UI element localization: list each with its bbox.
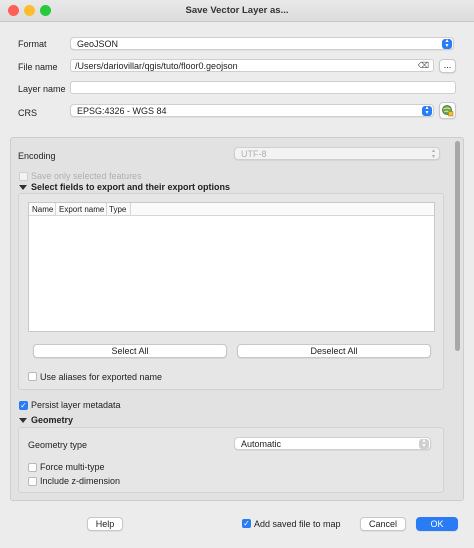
use-aliases-checkbox[interactable] <box>28 372 37 381</box>
include-z-checkbox[interactable] <box>28 477 37 486</box>
table-header-row: Name Export name Type <box>29 203 434 216</box>
force-multi-label: Force multi-type <box>40 462 105 472</box>
filename-label: File name <box>18 62 58 72</box>
options-scrollbar[interactable] <box>454 139 462 499</box>
geometry-type-label: Geometry type <box>28 440 88 450</box>
clear-field-icon[interactable]: ⌫ <box>418 61 429 71</box>
browse-button[interactable]: ... <box>439 59 456 73</box>
format-value: GeoJSON <box>77 39 119 49</box>
geometry-type-value: Automatic <box>241 439 282 449</box>
crs-select[interactable]: EPSG:4326 - WGS 84 ▴ ▾ <box>70 104 434 117</box>
save-selected-label: Save only selected features <box>31 171 142 181</box>
layername-input[interactable] <box>70 81 456 94</box>
geometry-type-stepper-icon: ▴ ▾ <box>419 438 429 449</box>
fields-group-title[interactable]: Select fields to export and their export… <box>31 182 230 192</box>
geometry-type-select[interactable]: Automatic ▴ ▾ <box>234 437 431 450</box>
include-z-label: Include z-dimension <box>40 476 121 486</box>
crs-selector-button[interactable] <box>439 102 456 119</box>
layername-label: Layer name <box>18 84 66 94</box>
globe-icon <box>442 105 454 117</box>
ok-button[interactable]: OK <box>416 517 458 531</box>
scrollbar-thumb[interactable] <box>455 141 460 351</box>
persist-metadata-label: Persist layer metadata <box>31 400 121 410</box>
crs-label: CRS <box>18 108 38 118</box>
table-header-export-name[interactable]: Export name <box>59 205 104 214</box>
add-to-map-label: Add saved file to map <box>254 519 341 529</box>
fields-group-collapse-icon[interactable] <box>19 185 27 190</box>
filename-input[interactable]: /Users/dariovillar/qgis/tuto/floor0.geoj… <box>70 59 434 72</box>
fields-table[interactable]: Name Export name Type <box>28 202 435 332</box>
crs-value: EPSG:4326 - WGS 84 <box>77 106 167 116</box>
encoding-select: UTF-8 ▴ ▾ <box>234 147 440 160</box>
geometry-group-collapse-icon[interactable] <box>19 418 27 423</box>
table-header-type[interactable]: Type <box>109 205 126 214</box>
help-button[interactable]: Help <box>87 517 123 531</box>
add-to-map-checkbox[interactable]: ✓ <box>242 519 251 528</box>
crs-stepper-icon: ▴ ▾ <box>422 105 432 116</box>
use-aliases-label: Use aliases for exported name <box>40 372 163 382</box>
force-multi-checkbox[interactable] <box>28 463 37 472</box>
cancel-button[interactable]: Cancel <box>360 517 406 531</box>
format-stepper-icon: ▴ ▾ <box>442 38 452 49</box>
column-divider <box>55 203 56 215</box>
filename-value: /Users/dariovillar/qgis/tuto/floor0.geoj… <box>75 61 238 71</box>
format-label: Format <box>18 39 47 49</box>
geometry-group-title[interactable]: Geometry <box>31 415 73 425</box>
table-header-name[interactable]: Name <box>32 205 53 214</box>
save-selected-checkbox <box>19 172 28 181</box>
format-select[interactable]: GeoJSON ▴ ▾ <box>70 37 454 50</box>
deselect-all-button[interactable]: Deselect All <box>237 344 431 358</box>
column-divider <box>130 203 131 215</box>
select-all-button[interactable]: Select All <box>33 344 227 358</box>
window-title: Save Vector Layer as... <box>185 5 289 16</box>
persist-metadata-checkbox[interactable]: ✓ <box>19 401 28 410</box>
column-divider <box>106 203 107 215</box>
encoding-value: UTF-8 <box>241 149 267 159</box>
encoding-stepper-icon: ▴ ▾ <box>431 148 435 160</box>
encoding-label: Encoding <box>18 151 56 161</box>
